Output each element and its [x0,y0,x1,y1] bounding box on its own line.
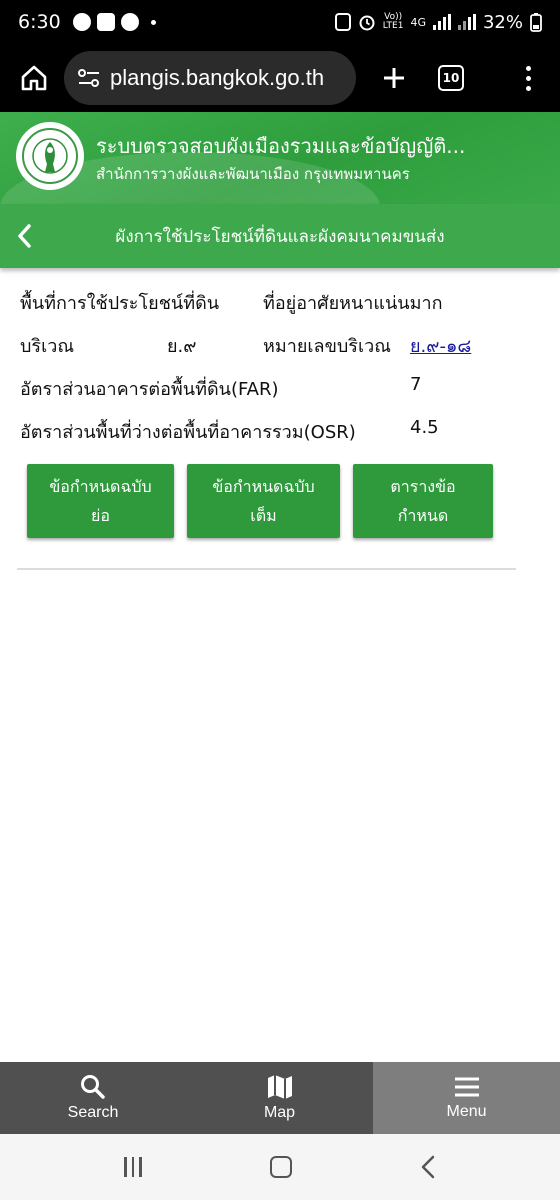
battery-level: 32% [482,11,523,33]
land-use-label: พื้นที่การใช้ประโยชน์ที่ดิน [20,293,220,314]
zone-label: บริเวณ [20,336,75,357]
nav-menu[interactable]: Menu [373,1062,560,1134]
new-tab-button[interactable] [374,56,414,100]
alarm-icon [359,15,375,31]
browser-toolbar: plangis.bangkok.go.th 10 [0,44,560,112]
search-icon [81,1075,105,1099]
nav-search-label: Search [67,1104,119,1121]
far-row: อัตราส่วนอาคารต่อพื้นที่ดิน(FAR) 7 [20,368,520,411]
status-bar: 6:30 Vo)) LTE1 4G 32% [0,0,560,44]
bma-logo[interactable] [16,122,84,190]
plus-icon [384,68,404,88]
site-settings-icon[interactable] [78,68,100,88]
battery-icon [530,13,542,32]
zone-number-link[interactable]: ย.๙-๑๘ [410,331,471,360]
far-label: อัตราส่วนอาคารต่อพื้นที่ดิน(FAR) [20,379,279,400]
section-title: ผังการใช้ประโยชน์ที่ดินและผังคมนาคมขนส่ง [115,226,445,247]
address-bar[interactable]: plangis.bangkok.go.th [64,51,356,105]
more-icon[interactable] [518,56,538,100]
map-icon [267,1075,292,1099]
site-subtitle: สำนักการวางผังและพัฒนาเมือง กรุงเทพมหานค… [96,165,410,183]
more-notifications-icon [150,19,156,25]
chat-app-icon [96,13,115,31]
osr-row: อัตราส่วนพื้นที่ว่างต่อพื้นที่อาคารรวม(O… [20,411,520,454]
regulation-buttons: ข้อกำหนดฉบับ ย่อ ข้อกำหนดฉบับ เต็ม ตารางข้… [27,464,493,538]
network-type: 4G [410,15,426,29]
nfc-icon [334,13,351,31]
signal-2-icon [457,14,476,30]
status-time: 6:30 [18,11,61,33]
site-header: ระบบตรวจสอบผังเมืองรวมและข้อบัญญัติ... ส… [0,112,560,204]
site-title: ระบบตรวจสอบผังเมืองรวมและข้อบัญญัติ... [96,134,466,158]
section-header: ผังการใช้ประโยชน์ที่ดินและผังคมนาคมขนส่ง [0,204,560,268]
zone-value: ย.๙ [167,336,197,357]
land-use-info: พื้นที่การใช้ประโยชน์ที่ดิน ที่อยู่อาศัย… [20,282,520,454]
url-text: plangis.bangkok.go.th [110,65,325,90]
zone-number-label: หมายเลขบริเวณ [263,336,391,357]
back-chevron-icon [18,224,31,248]
bottom-navigation: Search Map Menu [0,1062,560,1134]
tab-switcher-button[interactable]: 10 [438,65,464,91]
land-use-value: ที่อยู่อาศัยหนาแน่นมาก [263,293,443,314]
zone-row: บริเวณ ย.๙ หมายเลขบริเวณ ย.๙-๑๘ [20,325,520,368]
recents-button[interactable] [124,1157,142,1177]
full-regulation-button[interactable]: ข้อกำหนดฉบับ เต็ม [187,464,340,538]
menu-icon [454,1077,479,1097]
osr-value: 4.5 [410,417,439,438]
nav-map-label: Map [263,1104,296,1121]
nav-map[interactable]: Map [186,1062,373,1134]
land-use-row: พื้นที่การใช้ประโยชน์ที่ดิน ที่อยู่อาศัย… [20,282,520,325]
home-button[interactable] [12,56,56,100]
notification-icons [72,13,156,31]
home-system-button[interactable] [269,1156,292,1178]
short-regulation-button[interactable]: ข้อกำหนดฉบับ ย่อ [27,464,174,538]
seal-icon [32,138,68,174]
back-system-button[interactable] [420,1155,436,1179]
nav-menu-label: Menu [446,1103,487,1120]
nav-search[interactable]: Search [0,1062,186,1134]
home-icon [21,65,47,91]
back-button[interactable] [10,220,38,252]
far-value: 7 [410,374,422,395]
signal-icon [432,14,451,30]
regulation-table-button[interactable]: ตารางข้อ กำหนด [353,464,493,538]
whatsapp-icon [120,13,139,31]
status-right: Vo)) LTE1 4G 32% [334,11,542,33]
divider [17,568,516,570]
volte-indicator: Vo)) LTE1 [382,12,404,31]
line-app-icon [72,13,91,31]
system-navigation [0,1134,560,1200]
osr-label: อัตราส่วนพื้นที่ว่างต่อพื้นที่อาคารรวม(O… [20,422,356,443]
tab-count: 10 [442,71,460,85]
